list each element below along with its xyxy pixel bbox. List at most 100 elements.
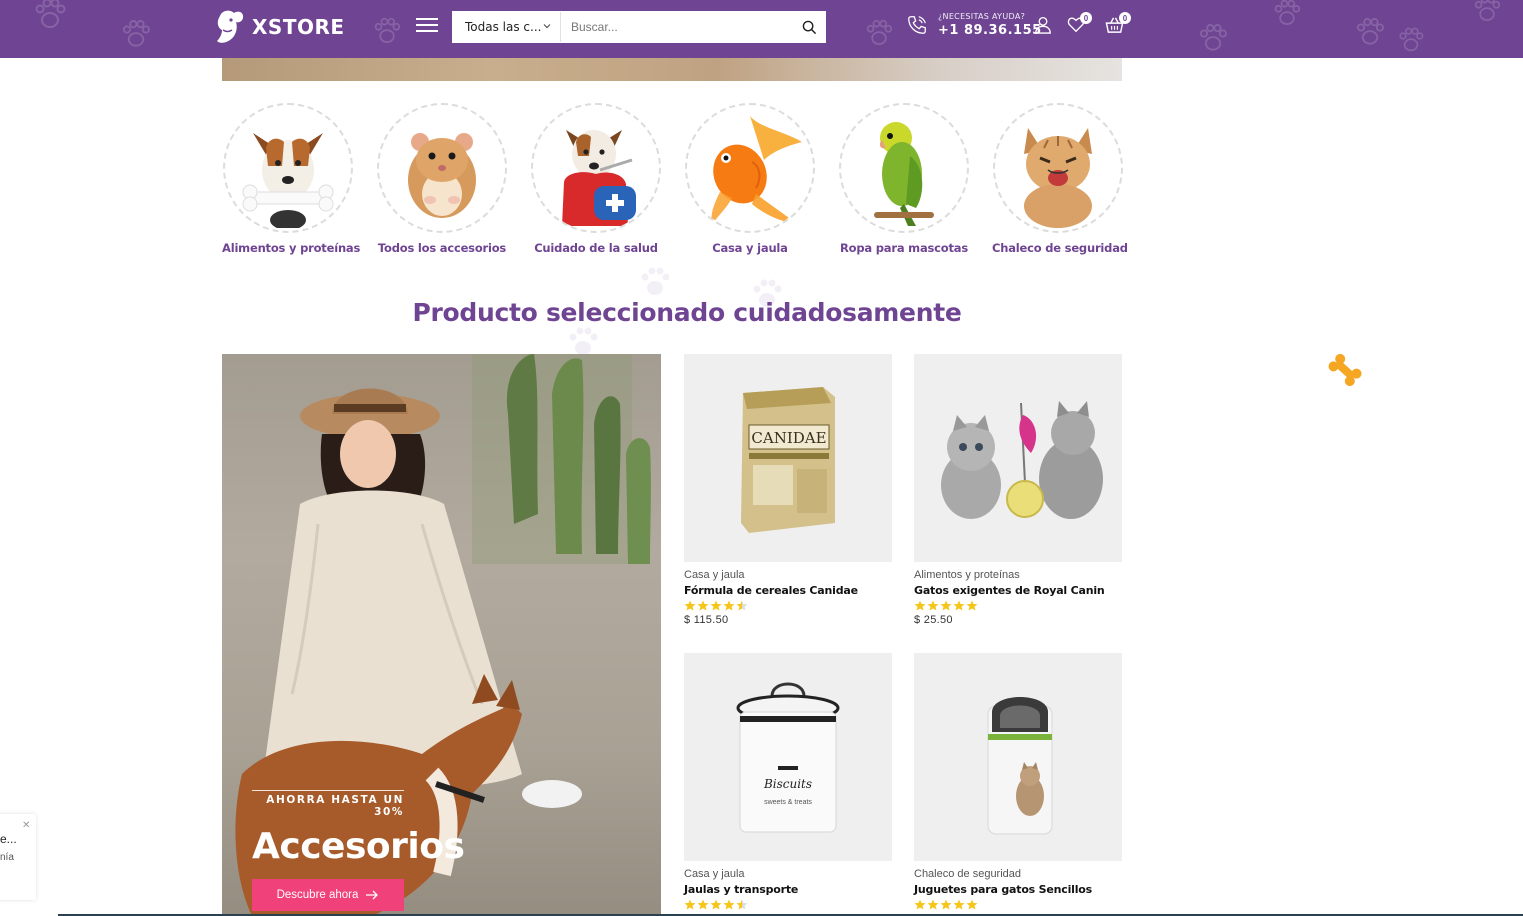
star-icon bbox=[966, 899, 978, 910]
paw-pattern-icon bbox=[1356, 18, 1384, 45]
rating-stars bbox=[684, 899, 892, 910]
close-icon[interactable]: ✕ bbox=[22, 820, 30, 831]
star-icon bbox=[697, 600, 709, 611]
category-label: Todos los accesorios bbox=[377, 241, 507, 255]
product-price: $ 115.50 bbox=[684, 614, 729, 626]
menu-button[interactable] bbox=[416, 18, 438, 36]
paw-pattern-icon bbox=[866, 19, 893, 45]
category-ropa[interactable]: Ropa para mascotas bbox=[838, 103, 970, 255]
product-name[interactable]: Fórmula de cereales Canidae bbox=[684, 584, 892, 597]
product-card[interactable]: Biscuits sweets & treats Casa y jaula Ja… bbox=[684, 653, 892, 910]
cart-count-badge: 0 bbox=[1119, 12, 1131, 24]
category-label: Alimentos y proteínas bbox=[222, 241, 361, 255]
star-icon bbox=[940, 899, 952, 910]
account-button[interactable] bbox=[1034, 16, 1052, 38]
product-card[interactable]: CANIDAE Casa y jaula Fórmula de cereales… bbox=[684, 354, 892, 626]
star-icon bbox=[953, 600, 965, 611]
star-icon bbox=[697, 899, 709, 910]
category-salud[interactable]: Cuidado de la salud bbox=[530, 103, 662, 255]
category-alimentos[interactable]: Alimentos y proteínas bbox=[222, 103, 361, 255]
product-card[interactable]: Alimentos y proteínas Gatos exigentes de… bbox=[914, 354, 1122, 626]
logo-text: XSTORE bbox=[252, 15, 345, 39]
promo-banner[interactable]: AHORRA HASTA UN 30% Accesorios Descubre … bbox=[222, 354, 661, 916]
category-image bbox=[377, 103, 507, 233]
hero-banner-image bbox=[222, 58, 1122, 81]
star-icon bbox=[736, 600, 748, 611]
product-category: Casa y jaula bbox=[684, 868, 745, 880]
cart-button[interactable]: 0 bbox=[1105, 12, 1131, 38]
product-name[interactable]: Gatos exigentes de Royal Canin bbox=[914, 584, 1122, 597]
search-icon bbox=[802, 20, 816, 34]
star-icon bbox=[914, 600, 926, 611]
dog-bone-image bbox=[242, 133, 334, 228]
wishlist-button[interactable]: 0 bbox=[1067, 12, 1092, 37]
menu-bar bbox=[416, 24, 438, 26]
help-phone: +1 89.36.155 bbox=[938, 23, 1042, 38]
kitten-image bbox=[1024, 128, 1092, 228]
paw-pattern-icon bbox=[1199, 24, 1227, 51]
product-category: Chaleco de seguridad bbox=[914, 868, 1022, 880]
menu-bar bbox=[416, 18, 438, 20]
rating-stars bbox=[914, 899, 1122, 910]
category-casa-jaula[interactable]: Casa y jaula bbox=[684, 103, 816, 255]
user-icon bbox=[1035, 16, 1051, 34]
notification-title: e... bbox=[0, 832, 17, 846]
food-dispenser-image bbox=[987, 697, 1053, 835]
discover-button[interactable]: Descubre ahora bbox=[252, 879, 404, 911]
star-icon bbox=[940, 600, 952, 611]
notification-popup[interactable]: ✕ e... nía bbox=[0, 814, 36, 900]
biscuits-jar-image: Biscuits sweets & treats bbox=[736, 682, 840, 833]
dog-logo-icon bbox=[217, 10, 244, 43]
paw-decoration-icon bbox=[641, 267, 670, 295]
parakeet-image bbox=[874, 122, 934, 226]
kittens-toy-image bbox=[941, 401, 1103, 519]
paw-pattern-icon bbox=[122, 20, 150, 47]
category-chaleco[interactable]: Chaleco de seguridad bbox=[992, 103, 1128, 255]
product-card[interactable]: Chaleco de seguridad Juguetes para gatos… bbox=[914, 653, 1122, 910]
paw-pattern-icon bbox=[35, 0, 66, 28]
paw-pattern-icon bbox=[1399, 27, 1424, 52]
search-button[interactable] bbox=[793, 12, 825, 42]
category-label: Cuidado de la salud bbox=[534, 241, 658, 255]
product-price: $ 25.50 bbox=[914, 614, 953, 626]
notification-text: nía bbox=[0, 852, 14, 863]
site-logo[interactable]: XSTORE bbox=[214, 8, 345, 46]
search-category-value: Todas las c... bbox=[465, 20, 542, 34]
star-icon bbox=[736, 899, 748, 910]
paw-pattern-icon bbox=[1474, 0, 1501, 21]
promo-title: Accesorios bbox=[252, 826, 465, 867]
help-contact[interactable]: ¿NECESITAS AYUDA? +1 89.36.155 bbox=[906, 12, 1042, 38]
star-icon bbox=[723, 899, 735, 910]
chevron-down-icon bbox=[543, 24, 551, 29]
product-image[interactable]: CANIDAE bbox=[684, 354, 892, 562]
category-image bbox=[685, 103, 815, 233]
search-input[interactable] bbox=[561, 12, 793, 42]
search-category-select[interactable]: Todas las c... bbox=[453, 12, 561, 42]
wishlist-count-badge: 0 bbox=[1080, 12, 1092, 24]
discover-button-label: Descubre ahora bbox=[276, 889, 359, 901]
paw-pattern-icon bbox=[374, 17, 401, 43]
star-icon bbox=[953, 899, 965, 910]
star-icon bbox=[684, 899, 696, 910]
product-name[interactable]: Jaulas y transporte bbox=[684, 883, 892, 896]
star-icon bbox=[710, 600, 722, 611]
rating-stars bbox=[914, 600, 1122, 611]
product-image[interactable] bbox=[914, 653, 1122, 861]
category-label: Casa y jaula bbox=[712, 241, 788, 255]
star-icon bbox=[723, 600, 735, 611]
sick-dog-image bbox=[562, 130, 636, 226]
product-name[interactable]: Juguetes para gatos Sencillos bbox=[914, 883, 1122, 896]
goldfish-image bbox=[711, 116, 802, 224]
category-image bbox=[531, 103, 661, 233]
rating-stars bbox=[684, 600, 892, 611]
star-icon bbox=[927, 600, 939, 611]
category-accesorios[interactable]: Todos los accesorios bbox=[376, 103, 508, 255]
category-label: Chaleco de seguridad bbox=[992, 241, 1128, 255]
product-image[interactable] bbox=[914, 354, 1122, 562]
menu-bar bbox=[416, 30, 438, 32]
help-text: ¿NECESITAS AYUDA? +1 89.36.155 bbox=[938, 12, 1042, 38]
site-header: XSTORE Todas las c... ¿NECESITAS AYUDA? … bbox=[0, 0, 1523, 58]
svg-text:CANIDAE: CANIDAE bbox=[751, 429, 826, 447]
product-image[interactable]: Biscuits sweets & treats bbox=[684, 653, 892, 861]
search-bar: Todas las c... bbox=[452, 11, 826, 43]
